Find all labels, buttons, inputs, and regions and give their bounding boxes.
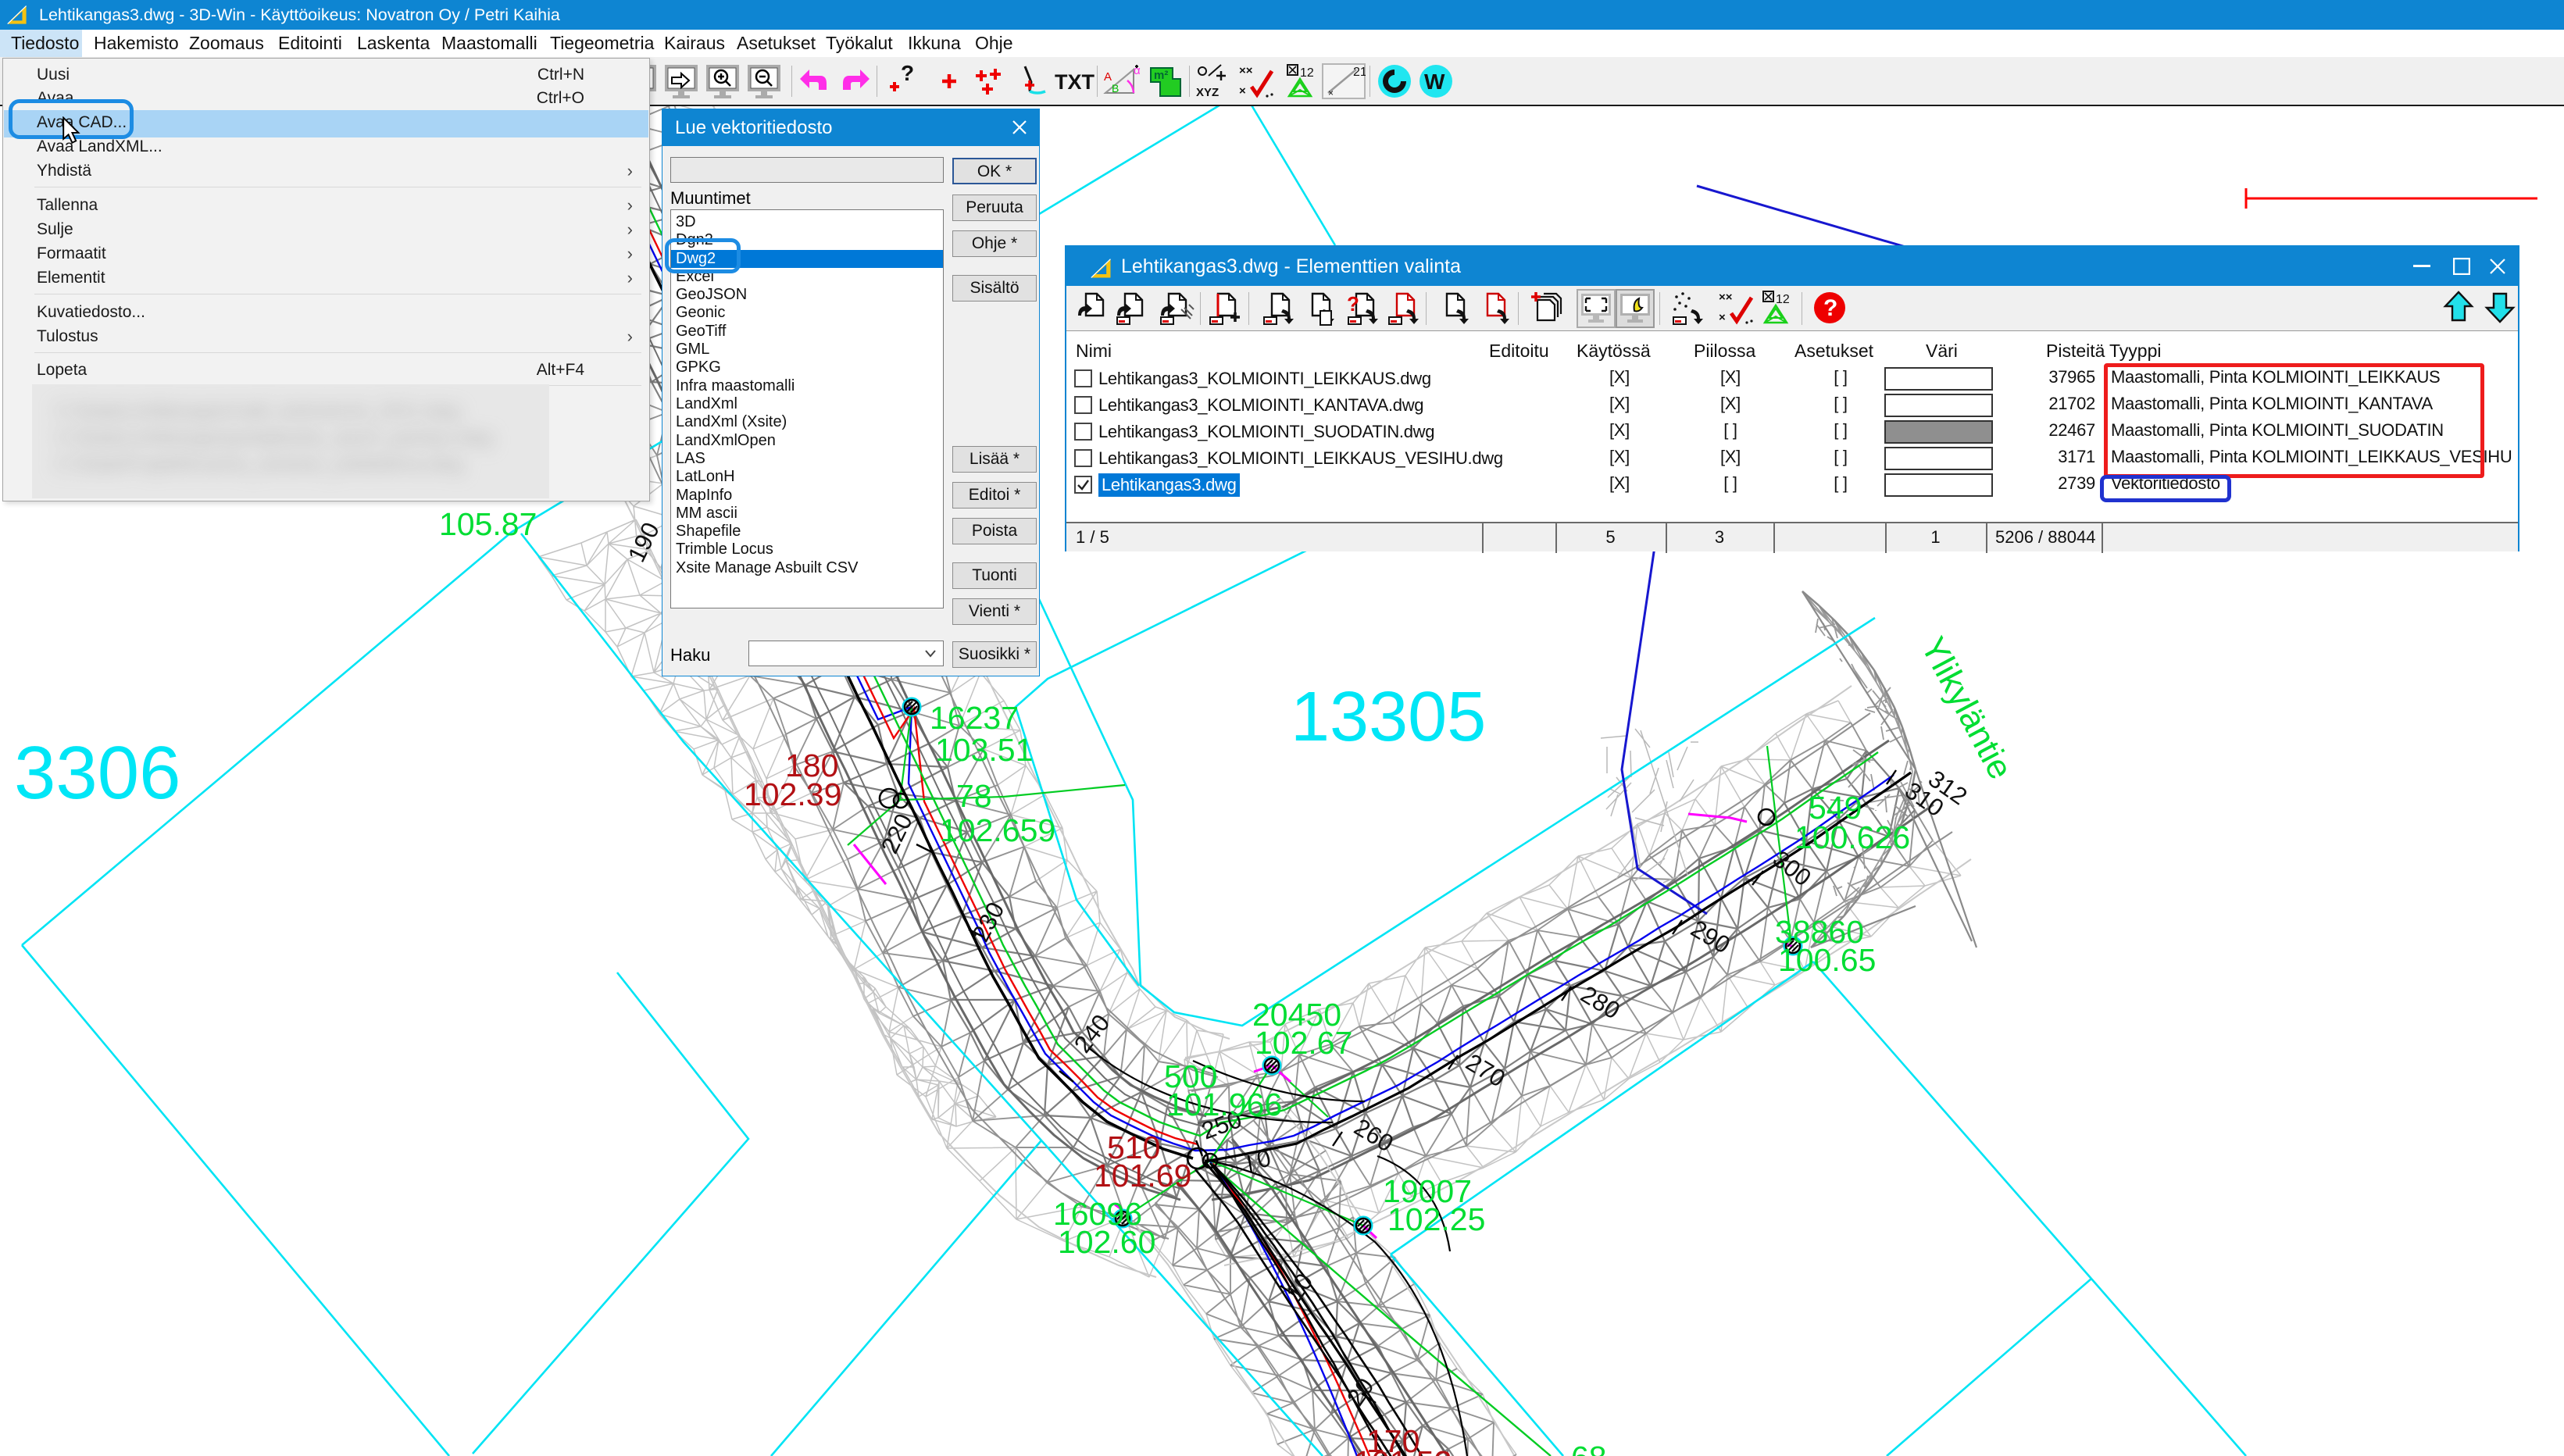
svg-text:102.25: 102.25 — [1387, 1201, 1485, 1237]
svg-text:280: 280 — [1576, 980, 1624, 1025]
svg-text:TXT: TXT — [1055, 70, 1095, 94]
svg-text:102.39: 102.39 — [744, 776, 841, 812]
svg-text:100.626: 100.626 — [1794, 819, 1910, 855]
svg-text:102.659: 102.659 — [940, 812, 1055, 848]
svg-text:270: 270 — [1461, 1048, 1509, 1093]
svg-text:101.69: 101.69 — [1094, 1158, 1191, 1194]
svg-text:Ylikyläntie: Ylikyläntie — [1913, 631, 2019, 786]
svg-text:260: 260 — [1349, 1113, 1398, 1158]
svg-text:×: × — [1719, 311, 1726, 324]
svg-text:3306: 3306 — [14, 731, 181, 815]
svg-text:××: ×× — [1239, 64, 1253, 77]
svg-text:?: ? — [1823, 295, 1837, 321]
svg-text:?: ? — [901, 63, 914, 85]
svg-text:12: 12 — [1776, 293, 1790, 306]
svg-text:101.52: 101.52 — [1354, 1444, 1452, 1456]
svg-text:×: × — [1328, 87, 1334, 98]
svg-text:××: ×× — [1719, 291, 1733, 304]
svg-text:?: ? — [1347, 292, 1359, 316]
svg-text:102.60: 102.60 — [1058, 1224, 1155, 1260]
svg-text:A: A — [1104, 70, 1112, 84]
svg-text:XYZ: XYZ — [1196, 86, 1219, 99]
svg-text:m²: m² — [1154, 69, 1168, 82]
svg-text:21: 21 — [1353, 66, 1366, 79]
svg-text:12: 12 — [1300, 66, 1314, 80]
svg-text:×: × — [1239, 84, 1246, 98]
svg-text:16237: 16237 — [930, 700, 1019, 736]
svg-text:78: 78 — [956, 778, 992, 814]
svg-text:290: 290 — [1686, 915, 1734, 959]
svg-text:13305: 13305 — [1291, 678, 1486, 756]
svg-text:68: 68 — [1571, 1440, 1607, 1456]
svg-text:105.87: 105.87 — [439, 506, 537, 542]
svg-text:B: B — [1112, 82, 1119, 95]
svg-text:W: W — [1424, 70, 1445, 94]
svg-text:103.51: 103.51 — [935, 732, 1033, 768]
svg-text:100.65: 100.65 — [1778, 942, 1876, 978]
svg-text:102.67: 102.67 — [1255, 1025, 1352, 1061]
svg-text:101.966: 101.966 — [1166, 1087, 1282, 1122]
